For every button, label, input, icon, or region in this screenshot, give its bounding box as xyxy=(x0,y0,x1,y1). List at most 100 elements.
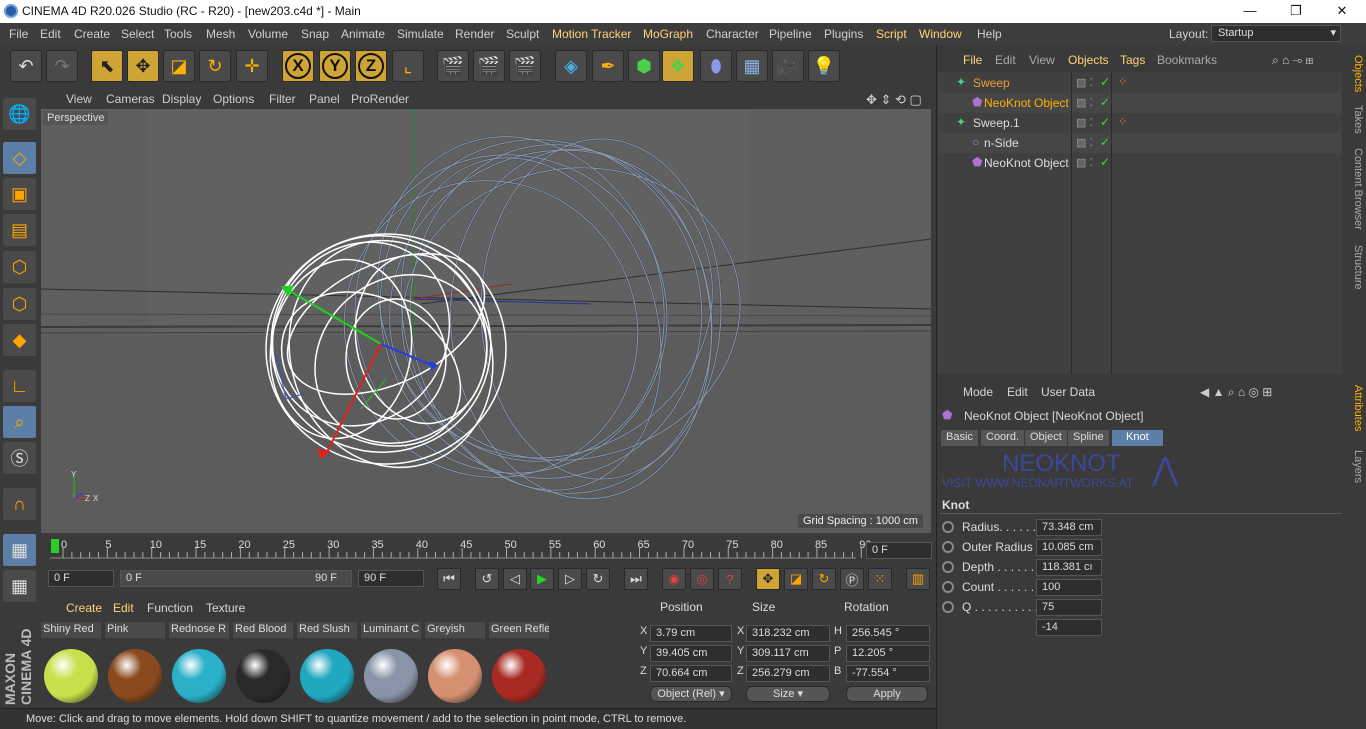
attr-tab-coord[interactable]: Coord. xyxy=(981,430,1025,446)
key-parameter-button[interactable]: Ⓟ xyxy=(840,568,864,590)
go-to-end-button[interactable]: ⏭ xyxy=(624,568,648,590)
animate-radio-icon[interactable] xyxy=(942,581,954,593)
timeline-window-button[interactable]: ▥ xyxy=(906,568,930,590)
menu-volume[interactable]: Volume xyxy=(248,27,288,41)
object-row[interactable]: ○ n-Side ▨ ⁚ ✓ xyxy=(938,133,1342,153)
minimize-button[interactable]: — xyxy=(1227,0,1273,23)
object-row[interactable]: ⬟ NeoKnot Object ▨ ⁚ ✓ xyxy=(938,93,1342,113)
menu-create[interactable]: Create xyxy=(74,27,110,41)
menu-snap[interactable]: Snap xyxy=(301,27,329,41)
size-field[interactable]: 256.279 cm xyxy=(746,665,830,682)
visibility-icon[interactable]: ▨ ⁚ xyxy=(1076,116,1093,129)
visibility-icon[interactable]: ▨ ⁚ xyxy=(1076,136,1093,149)
obj-menu-tags[interactable]: Tags xyxy=(1120,53,1145,67)
phong-tag-icon[interactable]: ⁘ xyxy=(1118,75,1127,88)
object-name[interactable]: Sweep.1 xyxy=(973,116,1020,130)
param-value-field[interactable]: -14 xyxy=(1036,619,1102,636)
attr-tab-basic[interactable]: Basic xyxy=(941,430,978,446)
menu-plugins[interactable]: Plugins xyxy=(824,27,863,41)
side-tab[interactable]: Structure xyxy=(1344,245,1364,290)
attribute-nav-icons[interactable]: ◀ ▲ ⌕ ⌂ ◎ ⊞ xyxy=(1200,385,1272,400)
side-tab[interactable]: Attributes xyxy=(1344,385,1364,431)
play-button[interactable]: ▶ xyxy=(530,568,554,590)
position-field[interactable]: 39.405 cm xyxy=(650,645,732,662)
mat-menu-function[interactable]: Function xyxy=(147,601,193,615)
x-axis-lock-button[interactable]: X xyxy=(282,50,314,82)
render-settings-button[interactable]: 🎬 xyxy=(509,50,541,82)
deformer-button[interactable]: ⬮ xyxy=(700,50,732,82)
param-value-field[interactable]: 73.348 cm xyxy=(1036,519,1102,536)
vp-menu-cameras[interactable]: Cameras xyxy=(106,92,155,106)
rotation-field[interactable]: 256.545 ° xyxy=(846,625,930,642)
visibility-icon[interactable]: ▨ ⁚ xyxy=(1076,156,1093,169)
object-row[interactable]: ⬟ NeoKnot Object ▨ ⁚ ✓ xyxy=(938,153,1342,173)
model-mode-button[interactable]: ◇ xyxy=(3,142,36,174)
current-frame-field[interactable]: 0 F xyxy=(866,542,932,559)
object-name[interactable]: n-Side xyxy=(984,136,1019,150)
rotation-field[interactable]: 12.205 ° xyxy=(846,645,930,662)
param-value-field[interactable]: 118.381 cı xyxy=(1036,559,1102,576)
param-value-field[interactable]: 75 xyxy=(1036,599,1102,616)
side-tab[interactable]: Objects xyxy=(1344,55,1364,92)
attr-menu-user-data[interactable]: User Data xyxy=(1041,385,1095,399)
perspective-viewport[interactable] xyxy=(41,109,931,533)
restore-button[interactable]: ❐ xyxy=(1273,0,1319,23)
material-item[interactable]: Pink xyxy=(105,622,165,704)
mat-menu-edit[interactable]: Edit xyxy=(113,601,134,615)
mat-menu-create[interactable]: Create xyxy=(66,601,102,615)
solo-button[interactable]: Ⓢ xyxy=(3,442,36,474)
timeline-ruler[interactable] xyxy=(40,536,932,566)
texture-mode-button[interactable]: ▣ xyxy=(3,178,36,210)
vp-menu-display[interactable]: Display xyxy=(162,92,201,106)
obj-menu-view[interactable]: View xyxy=(1029,53,1055,67)
attr-tab-knot[interactable]: Knot xyxy=(1112,430,1163,446)
menu-window[interactable]: Window xyxy=(919,27,962,41)
size-mode-dropdown[interactable]: Size ▾ xyxy=(746,686,830,702)
tweak-mode-button[interactable]: ⌕ xyxy=(3,406,36,438)
coordinate-system-button[interactable]: ⌞ xyxy=(392,50,424,82)
material-item[interactable]: Luminant C xyxy=(361,622,421,704)
vp-menu-view[interactable]: View xyxy=(66,92,92,106)
subdivision-button[interactable]: ⬢ xyxy=(628,50,660,82)
coordinate-mode-dropdown[interactable]: Object (Rel) ▾ xyxy=(650,686,732,702)
enabled-check-icon[interactable]: ✓ xyxy=(1100,115,1110,129)
cube-button[interactable]: ◈ xyxy=(555,50,587,82)
size-field[interactable]: 318.232 cm xyxy=(746,625,830,642)
menu-pipeline[interactable]: Pipeline xyxy=(769,27,812,41)
position-field[interactable]: 70.664 cm xyxy=(650,665,732,682)
edges-mode-button[interactable]: ⬡ xyxy=(3,288,36,320)
y-axis-lock-button[interactable]: Y xyxy=(319,50,351,82)
visibility-icon[interactable]: ▨ ⁚ xyxy=(1076,76,1093,89)
layout-dropdown[interactable]: Startup ▾ xyxy=(1211,25,1341,42)
menu-script[interactable]: Script xyxy=(876,27,907,41)
camera-button[interactable]: 🎥 xyxy=(772,50,804,82)
cloner-button[interactable]: ❖ xyxy=(662,50,694,82)
menu-mesh[interactable]: Mesh xyxy=(206,27,235,41)
side-tab[interactable]: Takes xyxy=(1344,105,1364,134)
object-manager-icons[interactable]: ⌕ ⌂ ⊸ ⊞ xyxy=(1272,53,1313,68)
start-frame-field[interactable]: 0 F xyxy=(48,570,114,587)
rotate-tool-button[interactable]: ↻ xyxy=(199,50,231,82)
workplane-lock-button[interactable]: ▦ xyxy=(3,534,36,566)
menu-help[interactable]: Help xyxy=(977,27,1002,41)
redo-button[interactable]: ↷ xyxy=(46,50,78,82)
key-rotation-button[interactable]: ↻ xyxy=(812,568,836,590)
keyframe-selection-button[interactable]: ? xyxy=(718,568,742,590)
obj-menu-objects[interactable]: Objects xyxy=(1068,53,1109,67)
key-scale-button[interactable]: ◪ xyxy=(784,568,808,590)
param-value-field[interactable]: 10.085 cm xyxy=(1036,539,1102,556)
side-tab[interactable]: Layers xyxy=(1344,450,1364,483)
material-item[interactable]: Red Slush xyxy=(297,622,357,704)
object-name[interactable]: Sweep xyxy=(973,76,1010,90)
move-tool-button[interactable]: ✥ xyxy=(127,50,159,82)
key-pla-button[interactable]: ⁙ xyxy=(868,568,892,590)
menu-render[interactable]: Render xyxy=(455,27,494,41)
axis-mode-button[interactable]: ∟ xyxy=(3,370,36,402)
menu-tools[interactable]: Tools xyxy=(164,27,192,41)
playhead[interactable] xyxy=(51,539,59,553)
make-editable-button[interactable]: 🌐 xyxy=(3,98,36,130)
attr-tab-object[interactable]: Object xyxy=(1025,430,1067,446)
menu-select[interactable]: Select xyxy=(121,27,154,41)
prev-frame-button[interactable]: ◁ xyxy=(503,568,527,590)
planar-workplane-button[interactable]: ▦ xyxy=(3,570,36,602)
